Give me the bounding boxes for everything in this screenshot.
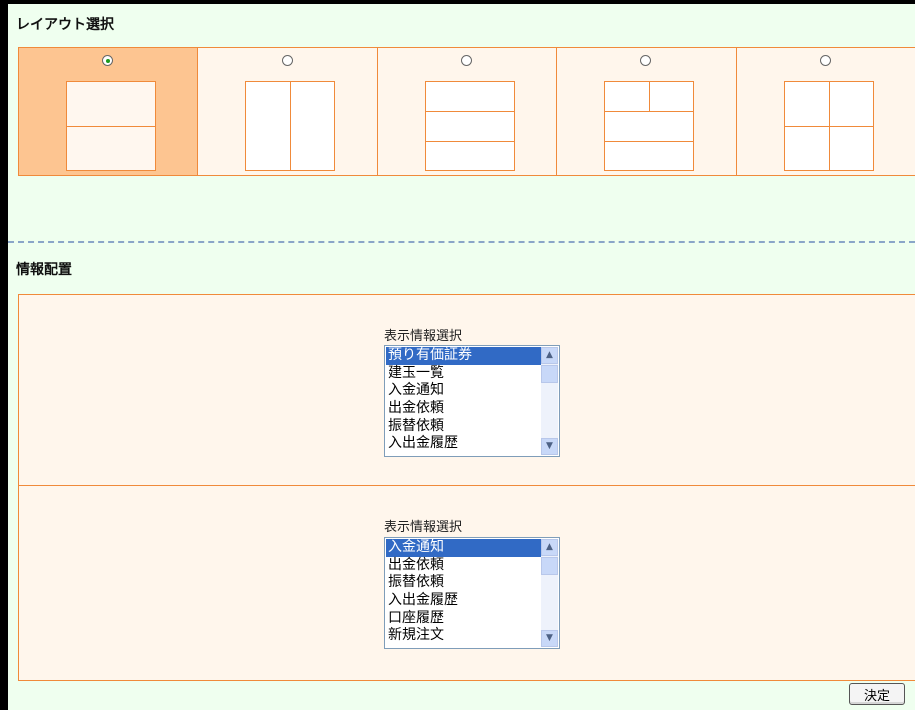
layout-radio-four-grid[interactable] <box>819 55 831 66</box>
info-panels: 表示情報選択 預り有価証券 建玉一覧 入金通知 出金依頼 振替依頼 入出金履歴 … <box>18 294 915 681</box>
listbox-scrollbar[interactable]: ▲ ▼ <box>541 347 558 455</box>
info-panel-bottom: 表示情報選択 入金通知 出金依頼 振替依頼 入出金履歴 口座履歴 新規注文 ▲ … <box>19 486 915 679</box>
display-info-label: 表示情報選択 <box>384 329 463 344</box>
layout-section-title: レイアウト選択 <box>16 17 114 33</box>
two-rows-layout-icon <box>66 81 156 171</box>
two-columns-layout-icon <box>245 81 336 171</box>
info-section-title: 情報配置 <box>16 262 72 278</box>
scroll-up-icon[interactable]: ▲ <box>541 347 558 364</box>
layout-option-four-grid[interactable] <box>736 48 915 175</box>
info-panel-top: 表示情報選択 預り有価証券 建玉一覧 入金通知 出金依頼 振替依頼 入出金履歴 … <box>19 295 915 486</box>
display-info-listbox[interactable]: 入金通知 出金依頼 振替依頼 入出金履歴 口座履歴 新規注文 ▲ ▼ <box>384 537 560 649</box>
display-info-listbox[interactable]: 預り有価証券 建玉一覧 入金通知 出金依頼 振替依頼 入出金履歴 ▲ ▼ <box>384 345 560 457</box>
scroll-down-icon[interactable]: ▼ <box>541 438 558 455</box>
section-divider <box>8 241 915 243</box>
four-grid-layout-icon <box>783 81 874 171</box>
layout-option-two-rows[interactable] <box>19 48 199 175</box>
list-item[interactable]: 振替依頼 <box>386 418 541 436</box>
layout-option-two-columns[interactable] <box>198 48 378 175</box>
layout-settings-page: レイアウト選択 情報配置 表示情報選択 預り有価証券 建玉一覧 入金通知 出金依… <box>8 4 915 710</box>
list-item[interactable]: 入出金履歴 <box>386 435 541 453</box>
scroll-up-icon[interactable]: ▲ <box>541 539 558 556</box>
scroll-down-icon[interactable]: ▼ <box>541 630 558 647</box>
layout-radio-top-split[interactable] <box>640 55 652 66</box>
layout-options <box>18 47 915 176</box>
layout-radio-two-rows[interactable] <box>102 55 114 66</box>
list-item[interactable]: 入金通知 <box>386 539 541 557</box>
list-item[interactable]: 出金依頼 <box>386 557 541 575</box>
list-item[interactable]: 口座履歴 <box>386 610 541 628</box>
layout-radio-two-columns[interactable] <box>281 55 293 66</box>
layout-option-top-split[interactable] <box>557 48 737 175</box>
submit-button[interactable]: 決定 <box>849 683 905 705</box>
listbox-scrollbar[interactable]: ▲ ▼ <box>541 539 558 647</box>
list-item[interactable]: 出金依頼 <box>386 400 541 418</box>
list-item[interactable]: 入出金履歴 <box>386 592 541 610</box>
three-rows-layout-icon <box>424 81 515 171</box>
layout-radio-three-rows[interactable] <box>461 55 473 66</box>
list-item[interactable]: 振替依頼 <box>386 574 541 592</box>
display-info-label: 表示情報選択 <box>384 520 463 535</box>
scroll-thumb[interactable] <box>541 557 558 575</box>
scroll-thumb[interactable] <box>541 365 558 383</box>
layout-option-three-rows[interactable] <box>377 48 558 175</box>
list-item[interactable]: 預り有価証券 <box>386 347 541 365</box>
list-item[interactable]: 入金通知 <box>386 382 541 400</box>
list-item[interactable]: 建玉一覧 <box>386 365 541 383</box>
top-split-layout-icon <box>604 81 695 171</box>
list-item[interactable]: 新規注文 <box>386 627 541 645</box>
